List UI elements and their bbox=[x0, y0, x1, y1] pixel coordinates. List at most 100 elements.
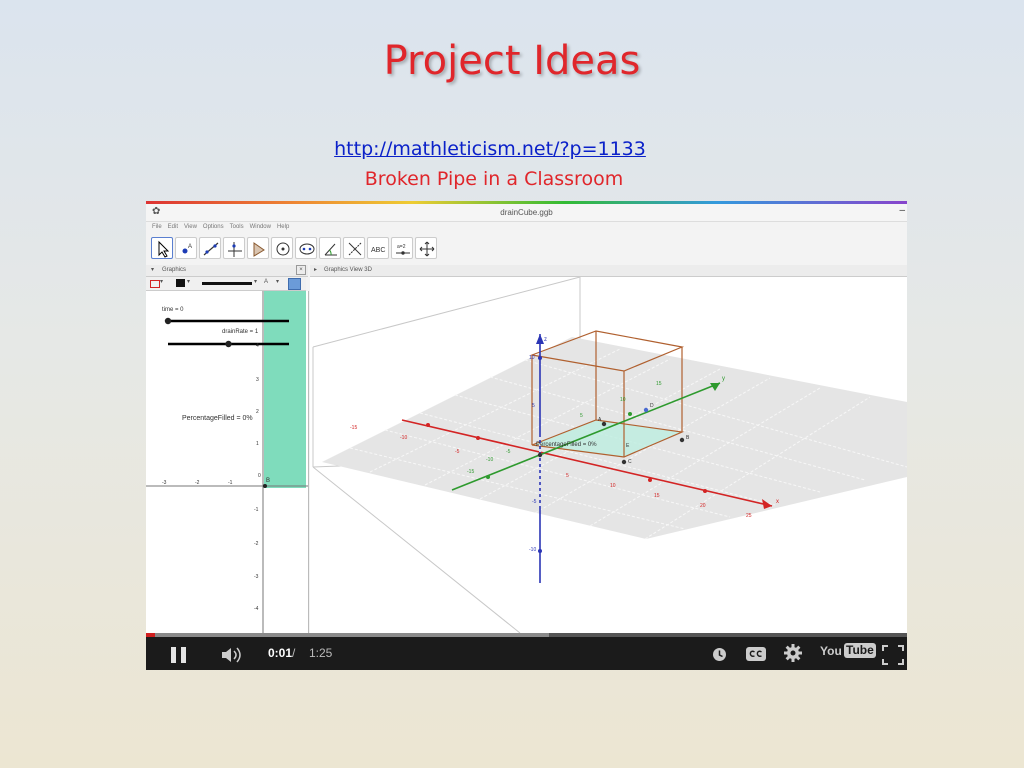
youtube-logo-tube[interactable]: Tube bbox=[844, 643, 876, 658]
dropdown-icon[interactable]: ▾ bbox=[254, 278, 257, 285]
color-swatch[interactable] bbox=[176, 279, 185, 287]
y-tick-label: -3 bbox=[254, 574, 259, 580]
axes-toggle-icon[interactable] bbox=[150, 280, 160, 288]
captions-icon[interactable] bbox=[746, 647, 766, 661]
graphics3d-panel-header: ▸ Graphics View 3D bbox=[310, 265, 907, 277]
tool-move-view[interactable] bbox=[415, 237, 437, 259]
tool-perpendicular[interactable] bbox=[223, 237, 245, 259]
close-icon[interactable]: × bbox=[296, 265, 306, 275]
menu-view[interactable]: View bbox=[184, 224, 197, 230]
tool-slider[interactable]: a=2 bbox=[391, 237, 413, 259]
x-tick-label: -1 bbox=[228, 480, 233, 486]
collapse-icon[interactable]: ▾ bbox=[151, 266, 154, 273]
tool-angle[interactable] bbox=[319, 237, 341, 259]
youtube-logo-you[interactable]: You bbox=[820, 644, 842, 658]
graphics-view-2d[interactable]: time = 0 drainRate = 1 PercentageFilled … bbox=[146, 291, 309, 633]
project-link[interactable]: http://mathleticism.net/?p=1133 bbox=[0, 138, 980, 160]
x3d-tick-label: -10 bbox=[400, 435, 408, 441]
menu-help[interactable]: Help bbox=[277, 224, 289, 230]
y-tick-point bbox=[628, 412, 632, 416]
slider-icon: a=2 bbox=[396, 244, 410, 255]
graphics-2d-canvas bbox=[146, 291, 308, 633]
style-bar: ▾ ▾ ▾ A ▾ bbox=[146, 277, 306, 291]
settings-icon[interactable] bbox=[784, 644, 802, 662]
menu-options[interactable]: Options bbox=[203, 224, 224, 230]
dropdown-icon[interactable]: ▾ bbox=[160, 278, 163, 285]
tool-point[interactable]: A bbox=[175, 237, 197, 259]
x-tick-point bbox=[476, 436, 480, 440]
volume-icon[interactable] bbox=[220, 645, 246, 665]
text-style-label[interactable]: A bbox=[264, 279, 268, 285]
y-tick-label: 1 bbox=[256, 441, 259, 447]
svg-text:ABC: ABC bbox=[371, 247, 385, 254]
line-icon bbox=[203, 242, 219, 256]
menu-tools[interactable]: Tools bbox=[230, 224, 244, 230]
y-tick-point bbox=[486, 475, 490, 479]
point-label-c: C bbox=[628, 459, 632, 465]
point-icon: A bbox=[182, 244, 192, 254]
x3d-tick-label: 25 bbox=[746, 513, 752, 519]
y3d-tick-label: 10 bbox=[620, 397, 626, 403]
x-tick-label: 0 bbox=[258, 473, 261, 479]
dropdown-icon[interactable]: ▾ bbox=[187, 278, 190, 285]
y-tick-label: -1 bbox=[254, 507, 259, 513]
watch-later-icon[interactable] bbox=[712, 647, 727, 662]
circle-icon bbox=[276, 242, 290, 256]
tool-polygon[interactable] bbox=[247, 237, 269, 259]
graphics-view-3d[interactable]: -15 -10 -5 5 10 15 20 25 x -15 -10 -5 5 … bbox=[310, 277, 907, 633]
pause-icon[interactable] bbox=[171, 647, 187, 663]
graphics3d-panel-title: Graphics View 3D bbox=[324, 267, 372, 273]
text-icon: ABC bbox=[371, 247, 385, 254]
tool-ellipse[interactable] bbox=[295, 237, 317, 259]
y3d-tick-label: 15 bbox=[656, 381, 662, 387]
slide-subtitle: Broken Pipe in a Classroom bbox=[364, 168, 624, 190]
x3d-tick-label: 10 bbox=[610, 483, 616, 489]
point-label-b: B bbox=[686, 435, 690, 441]
progress-buffered bbox=[146, 633, 549, 637]
dropdown-icon[interactable]: ▾ bbox=[276, 278, 279, 285]
expand-icon[interactable]: ▸ bbox=[314, 266, 317, 273]
x-tick-label: -3 bbox=[162, 480, 167, 486]
time-separator: / bbox=[292, 646, 296, 660]
x-tick-point bbox=[648, 478, 652, 482]
time-slider-label: time = 0 bbox=[162, 307, 184, 313]
tool-move[interactable] bbox=[151, 237, 173, 259]
video-player[interactable]: ✿ drainCube.ggb – File Edit View Options Too… bbox=[146, 201, 907, 670]
point-label-a: A bbox=[598, 417, 602, 423]
cube-point-d bbox=[643, 407, 649, 413]
x3d-tick-label: -15 bbox=[350, 425, 358, 431]
minimize-icon[interactable]: – bbox=[899, 205, 905, 216]
tool-circle[interactable] bbox=[271, 237, 293, 259]
slide-title: Project Ideas bbox=[383, 38, 641, 84]
time-slider-knob bbox=[164, 317, 172, 325]
drain-slider-knob bbox=[225, 340, 232, 348]
y-tick-label: 2 bbox=[256, 409, 259, 415]
origin-point bbox=[537, 452, 543, 458]
point-b-label: B bbox=[266, 478, 271, 484]
z3d-tick-label: -10 bbox=[529, 547, 537, 553]
z3d-tick-label: -5 bbox=[532, 499, 537, 505]
angle-icon bbox=[324, 243, 337, 256]
graphics-3d-canvas bbox=[312, 277, 907, 633]
fullscreen-icon[interactable] bbox=[882, 645, 904, 665]
menu-window[interactable]: Window bbox=[250, 224, 271, 230]
menu-file[interactable]: File bbox=[152, 224, 162, 230]
menu-bar: File Edit View Options Tools Window Help bbox=[146, 222, 907, 234]
app-titlebar: ✿ drainCube.ggb – bbox=[146, 204, 907, 222]
y-tick-label: 4 bbox=[256, 343, 259, 349]
z3d-tick-label: 10 bbox=[529, 355, 535, 361]
line-style-swatch[interactable] bbox=[202, 282, 252, 285]
cube-point-c bbox=[621, 459, 627, 465]
point-label-e: E bbox=[626, 443, 630, 449]
tool-text[interactable]: ABC bbox=[367, 237, 389, 259]
tool-line[interactable] bbox=[199, 237, 221, 259]
tool-reflect[interactable] bbox=[343, 237, 365, 259]
cube-point-b bbox=[679, 437, 685, 443]
x3d-tick-label: 15 bbox=[654, 493, 660, 499]
progress-bar[interactable] bbox=[146, 633, 907, 637]
graphics-panel-title: Graphics bbox=[162, 267, 187, 273]
y-tick-label: 3 bbox=[256, 377, 259, 383]
menu-edit[interactable]: Edit bbox=[168, 224, 178, 230]
x-tick-point bbox=[426, 423, 430, 427]
pin-icon[interactable] bbox=[288, 278, 301, 290]
